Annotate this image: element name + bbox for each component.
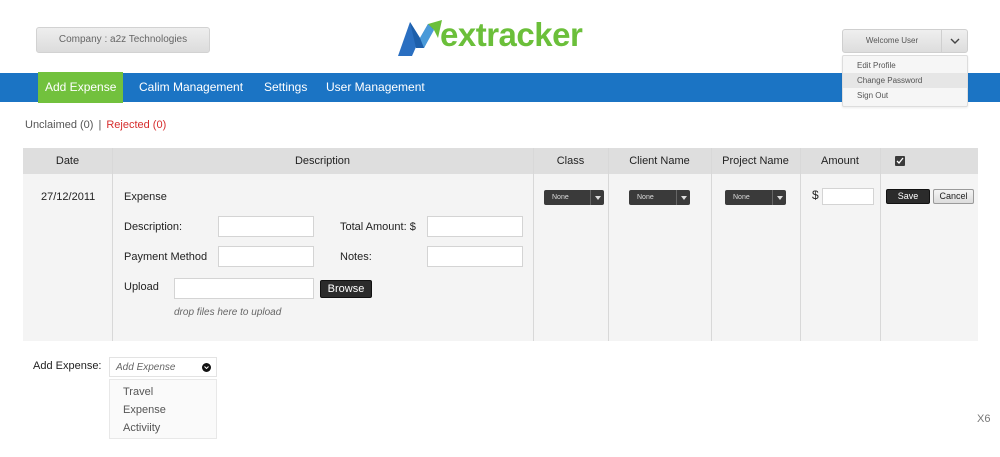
corner-label: X6 bbox=[977, 413, 991, 425]
upload-label: Upload bbox=[124, 281, 159, 293]
chevron-down-icon bbox=[202, 363, 211, 372]
user-dropdown-button[interactable] bbox=[941, 30, 967, 52]
caret-down-icon bbox=[590, 190, 604, 205]
nav-user-management[interactable]: User Management bbox=[326, 73, 425, 102]
column-divider bbox=[880, 148, 881, 341]
add-expense-placeholder: Add Expense bbox=[116, 362, 176, 373]
option-activity[interactable]: Activiity bbox=[110, 419, 216, 437]
company-selector[interactable]: Company : a2z Technologies bbox=[36, 27, 210, 53]
payment-method-input[interactable] bbox=[218, 246, 314, 267]
column-divider bbox=[533, 148, 534, 341]
menu-item-change-password[interactable]: Change Password bbox=[843, 73, 967, 88]
filter-separator: | bbox=[98, 119, 102, 131]
notes-label: Notes: bbox=[340, 251, 372, 263]
option-expense[interactable]: Expense bbox=[110, 401, 216, 419]
option-travel[interactable]: Travel bbox=[110, 383, 216, 401]
nav-settings[interactable]: Settings bbox=[264, 73, 307, 102]
drop-files-hint: drop files here to upload bbox=[174, 307, 282, 318]
description-label: Description: bbox=[124, 221, 183, 233]
client-select-value: None bbox=[637, 194, 654, 201]
filter-unclaimed[interactable]: Unclaimed (0) bbox=[25, 119, 93, 131]
menu-item-sign-out[interactable]: Sign Out bbox=[843, 88, 967, 103]
chevron-down-icon bbox=[950, 38, 959, 44]
table-header: Date Description Class Client Name Proje… bbox=[23, 148, 978, 174]
select-all-checkbox[interactable] bbox=[895, 156, 905, 166]
claim-filters: Unclaimed (0) | Rejected (0) bbox=[25, 119, 166, 131]
column-divider bbox=[112, 148, 113, 341]
nav-add-expense[interactable]: Add Expense bbox=[38, 72, 124, 103]
payment-method-label: Payment Method bbox=[124, 251, 208, 263]
caret-down-icon bbox=[676, 190, 690, 205]
browse-button[interactable]: Browse bbox=[320, 280, 372, 298]
class-select-value: None bbox=[552, 194, 569, 201]
welcome-user-label: Welcome User bbox=[865, 36, 919, 45]
add-expense-label: Add Expense: bbox=[33, 360, 102, 372]
header-description: Description bbox=[294, 155, 351, 167]
upload-file-input[interactable] bbox=[174, 278, 314, 299]
menu-item-edit-profile[interactable]: Edit Profile bbox=[843, 58, 967, 73]
mextracker-logo: extracker bbox=[398, 14, 628, 60]
total-amount-input[interactable] bbox=[427, 216, 523, 237]
column-divider bbox=[800, 148, 801, 341]
row-type: Expense bbox=[124, 191, 167, 203]
add-expense-options: Travel Expense Activiity bbox=[109, 379, 217, 439]
expense-table: Date Description Class Client Name Proje… bbox=[23, 148, 978, 341]
caret-down-icon bbox=[772, 190, 786, 205]
logo-m-icon bbox=[398, 20, 442, 56]
row-date: 27/12/2011 bbox=[41, 191, 96, 203]
nav-claim-management[interactable]: Calim Management bbox=[139, 73, 243, 102]
client-select[interactable]: None bbox=[629, 190, 690, 205]
logo-text: extracker bbox=[440, 16, 583, 53]
column-divider bbox=[608, 148, 609, 341]
user-dropdown-menu: Edit Profile Change Password Sign Out bbox=[842, 55, 968, 107]
amount-currency: $ bbox=[812, 188, 819, 202]
header-class: Class bbox=[556, 155, 585, 167]
project-select-value: None bbox=[733, 194, 750, 201]
save-button[interactable]: Save bbox=[886, 189, 930, 204]
header-date: Date bbox=[55, 155, 80, 167]
filter-rejected[interactable]: Rejected (0) bbox=[106, 119, 166, 131]
header-project-name: Project Name bbox=[722, 155, 789, 167]
project-select[interactable]: None bbox=[725, 190, 786, 205]
total-amount-currency: $ bbox=[409, 221, 416, 233]
cancel-button[interactable]: Cancel bbox=[933, 189, 974, 204]
class-select[interactable]: None bbox=[544, 190, 604, 205]
header-client-name: Client Name bbox=[629, 155, 690, 167]
user-menu-toggle[interactable]: Welcome User bbox=[842, 29, 968, 53]
header-amount: Amount bbox=[821, 155, 859, 167]
notes-input[interactable] bbox=[427, 246, 523, 267]
total-amount-label: Total Amount: $ bbox=[340, 221, 416, 233]
checkmark-icon bbox=[896, 157, 904, 164]
description-input[interactable] bbox=[218, 216, 314, 237]
add-expense-select[interactable]: Add Expense bbox=[109, 357, 217, 377]
amount-input[interactable] bbox=[822, 188, 874, 205]
column-divider bbox=[711, 148, 712, 341]
